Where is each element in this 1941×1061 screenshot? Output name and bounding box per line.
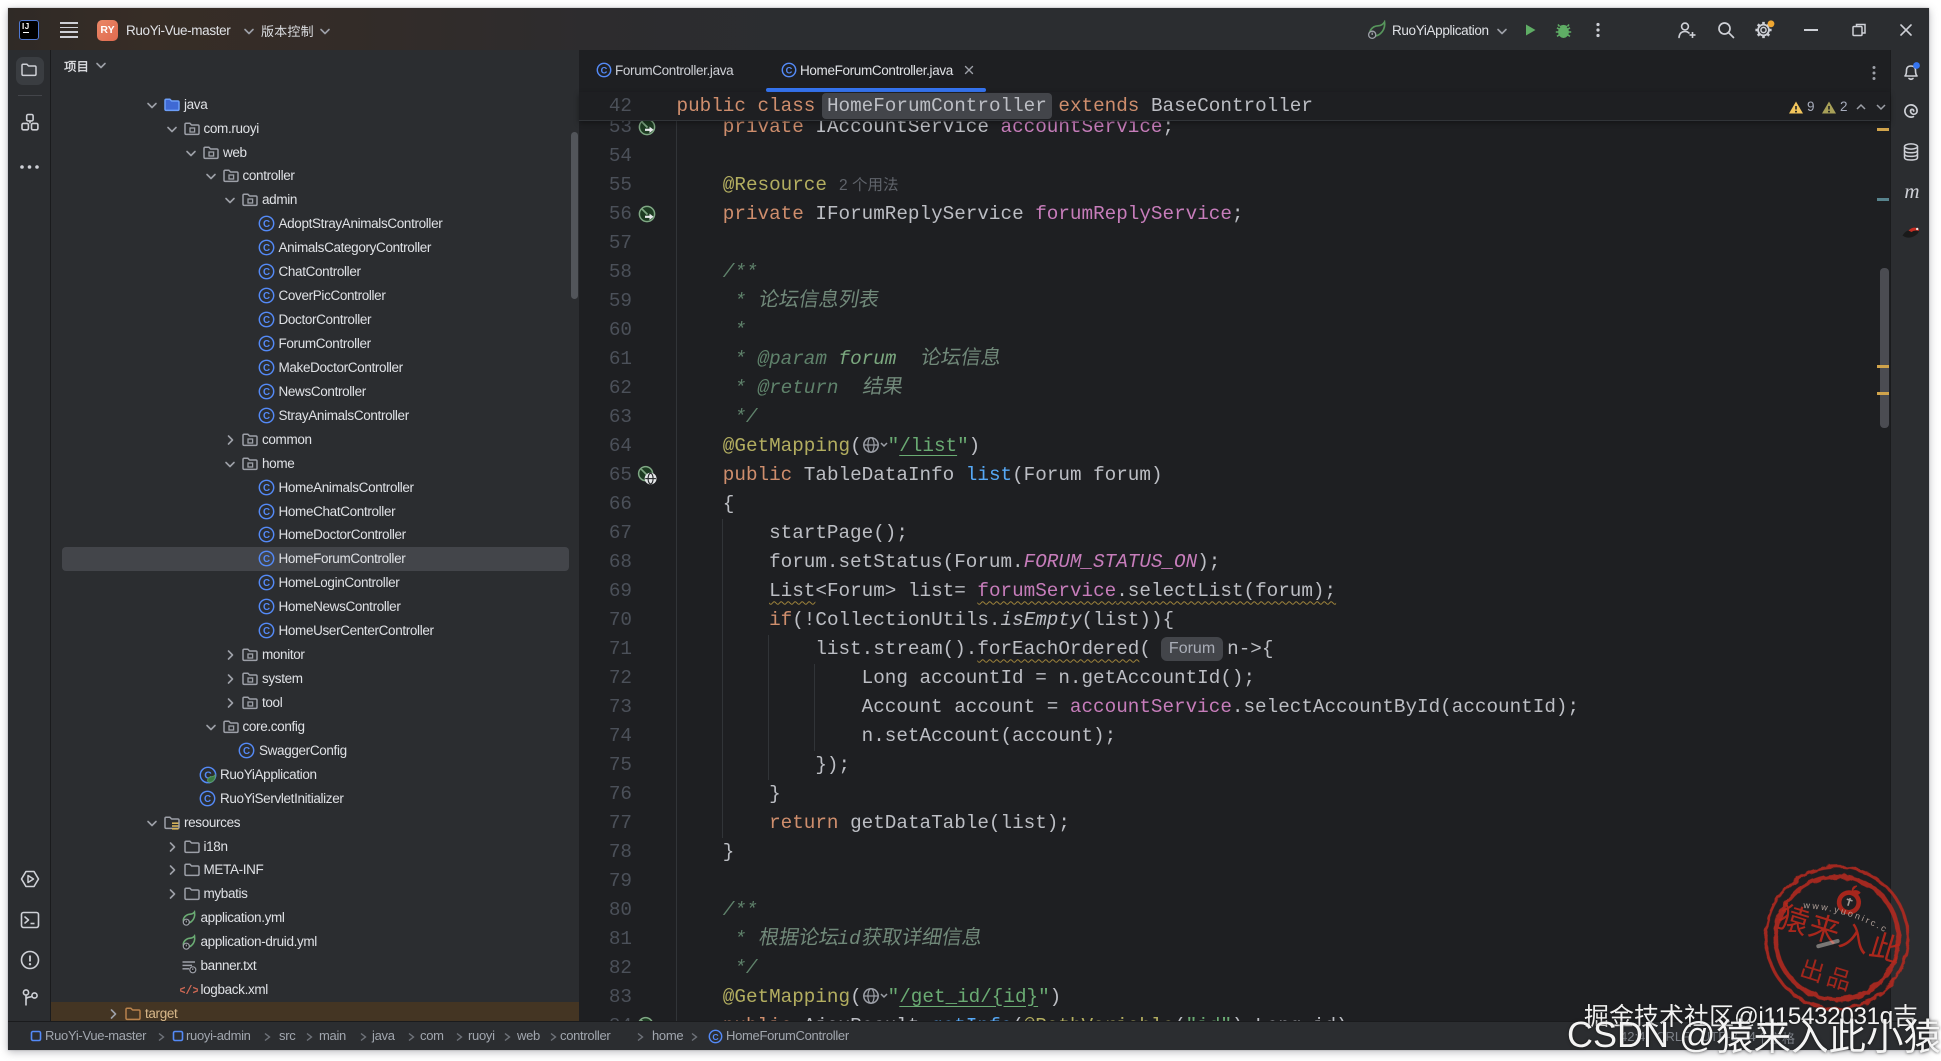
svg-text:C: C	[262, 387, 269, 398]
svg-text:C: C	[712, 1032, 719, 1042]
svg-text:C: C	[243, 746, 250, 757]
svg-text:C: C	[262, 411, 269, 422]
svg-text:C: C	[262, 267, 269, 278]
svg-text:C: C	[262, 219, 269, 230]
svg-text:C: C	[601, 65, 608, 75]
svg-text:C: C	[262, 602, 269, 613]
svg-text:C: C	[204, 794, 211, 805]
svg-text:</>: </>	[180, 985, 198, 998]
svg-text:C: C	[262, 554, 269, 565]
svg-text:C: C	[262, 626, 269, 637]
svg-text:C: C	[262, 578, 269, 589]
svg-text:C: C	[262, 530, 269, 541]
svg-text:C: C	[262, 291, 269, 302]
svg-text:C: C	[262, 339, 269, 350]
svg-text:C: C	[786, 65, 793, 75]
svg-text:C: C	[262, 506, 269, 517]
svg-text:C: C	[262, 363, 269, 374]
svg-text:C: C	[262, 243, 269, 254]
svg-text:C: C	[262, 482, 269, 493]
svg-text:C: C	[262, 315, 269, 326]
